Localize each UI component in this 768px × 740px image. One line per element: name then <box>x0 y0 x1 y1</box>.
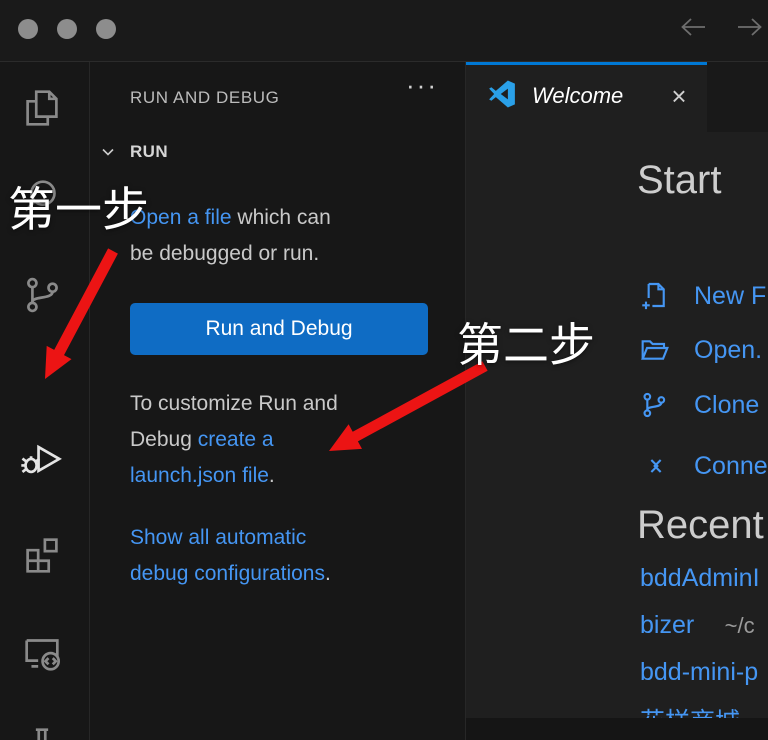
sidebar-item-extensions[interactable] <box>19 532 65 578</box>
navigate-back-icon[interactable] <box>678 13 708 41</box>
vscode-window: RUN AND DEBUG ··· RUN Open a file which … <box>0 0 768 740</box>
run-section-label: RUN <box>130 142 168 162</box>
vscode-logo-icon <box>488 80 516 108</box>
recent-link[interactable]: bizer <box>640 611 694 640</box>
tab-label: Welcome <box>532 83 623 109</box>
recent-link[interactable]: bddAdminI <box>640 564 760 593</box>
explorer-icon <box>19 85 65 131</box>
open-file-text[interactable]: Open a file which can be debugged or run… <box>130 200 442 272</box>
editor-group: Welcome × Start New F Open. Cl <box>466 62 768 740</box>
show-all-configurations-link[interactable]: Show all automatic debug configurations. <box>130 520 442 592</box>
source-control-icon <box>19 272 65 318</box>
start-clone-repo[interactable]: Clone <box>638 389 759 421</box>
run-section-header[interactable]: RUN <box>98 140 168 164</box>
run-and-debug-panel: RUN AND DEBUG ··· RUN Open a file which … <box>90 62 466 740</box>
start-new-file[interactable]: New F <box>638 280 766 312</box>
search-icon <box>19 175 65 221</box>
navigate-forward-icon[interactable] <box>735 13 765 41</box>
start-item-label: New F <box>694 282 766 311</box>
run-and-debug-button[interactable]: Run and Debug <box>130 303 428 355</box>
close-window-button[interactable] <box>18 19 38 39</box>
remote-explorer-icon <box>19 629 65 675</box>
sidebar-item-search[interactable] <box>19 175 65 221</box>
remote-connect-icon <box>638 450 670 482</box>
sidebar-item-testing[interactable] <box>19 723 65 740</box>
extensions-icon <box>19 532 65 578</box>
sidebar-item-run-and-debug[interactable] <box>19 434 65 480</box>
recent-row: bdd-mini-p <box>640 658 758 687</box>
start-item-label: Open. <box>694 336 762 365</box>
chevron-down-icon <box>98 142 118 162</box>
new-file-icon <box>638 280 670 312</box>
recent-row: bddAdminI <box>640 564 760 593</box>
close-tab-icon[interactable]: × <box>662 77 696 115</box>
start-item-label: Conne <box>694 452 768 481</box>
start-heading: Start <box>637 158 721 203</box>
start-connect-to[interactable]: Conne <box>638 450 768 482</box>
tab-welcome[interactable]: Welcome × <box>466 62 707 132</box>
recent-heading: Recent <box>637 503 764 548</box>
run-and-debug-icon <box>19 434 65 480</box>
tab-bar: Welcome × <box>466 62 768 132</box>
recent-row: bizer ~/c <box>640 611 755 640</box>
sidebar-item-remote-explorer[interactable] <box>19 629 65 675</box>
customize-launch-json-text[interactable]: To customize Run and Debug create a laun… <box>130 386 442 494</box>
testing-icon <box>19 723 65 740</box>
sidebar-item-source-control[interactable] <box>19 272 65 318</box>
title-bar <box>0 0 768 62</box>
minimize-window-button[interactable] <box>57 19 77 39</box>
recent-link[interactable]: bdd-mini-p <box>640 658 758 687</box>
zoom-window-button[interactable] <box>96 19 116 39</box>
sidebar-item-explorer[interactable] <box>19 85 65 131</box>
recent-path: ~/c <box>725 613 755 638</box>
clone-repo-icon <box>638 389 670 421</box>
start-open-folder[interactable]: Open. <box>638 334 762 366</box>
panel-title: RUN AND DEBUG <box>130 88 280 108</box>
open-folder-icon <box>638 334 670 366</box>
editor-bottom-strip <box>466 718 768 740</box>
more-actions-icon[interactable]: ··· <box>398 70 446 101</box>
activity-bar <box>0 62 90 740</box>
start-item-label: Clone <box>694 391 759 420</box>
